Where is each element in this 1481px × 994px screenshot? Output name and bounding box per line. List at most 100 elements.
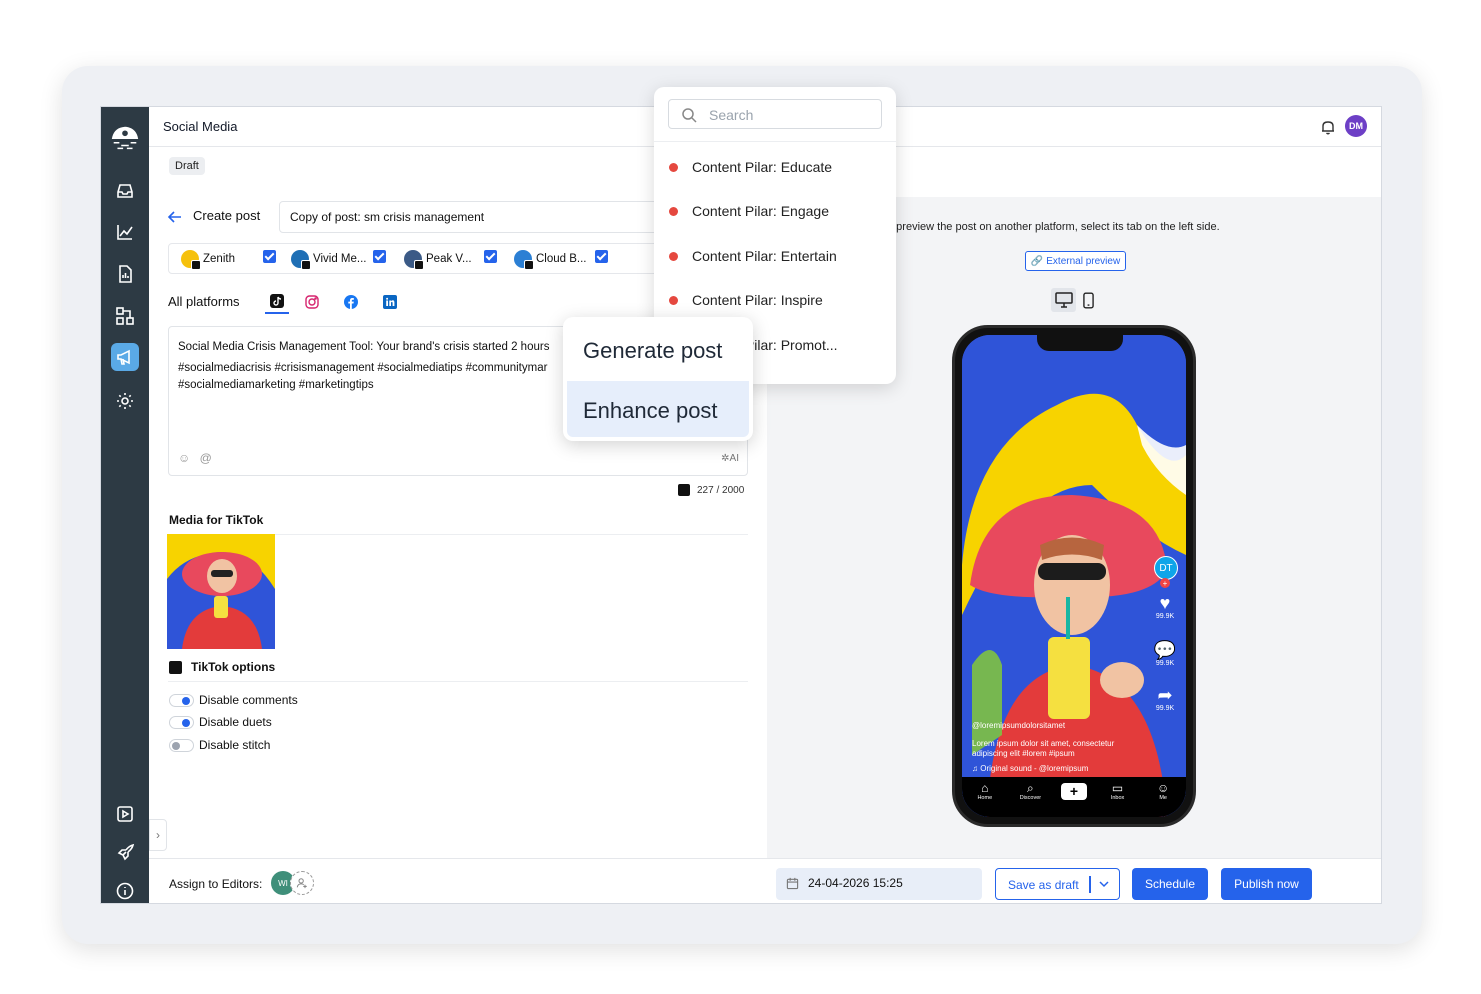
- tiktok-icon: [169, 660, 182, 674]
- schedule-date-field[interactable]: 24-04-2026 15:25: [776, 868, 982, 900]
- schedule-date-value: 24-04-2026 15:25: [808, 876, 903, 890]
- counter-value: 227 / 2000: [697, 484, 745, 496]
- nav-inbox: ▭ Inbox: [1103, 781, 1133, 801]
- analytics-icon[interactable]: [111, 218, 139, 246]
- home-icon: ⌂: [981, 781, 989, 795]
- toggle-switch[interactable]: [169, 715, 194, 729]
- search-input[interactable]: Search: [668, 99, 882, 129]
- search-icon: ⌕: [1027, 781, 1034, 795]
- tab-all-platforms[interactable]: All platforms: [168, 294, 240, 309]
- link-icon: 🔗: [1030, 255, 1044, 267]
- ai-assist-button[interactable]: ✲AI: [721, 450, 739, 467]
- account-checkbox[interactable]: [373, 250, 386, 263]
- divider: [654, 141, 896, 142]
- pillar-label: Content Pilar: Engage: [692, 203, 829, 219]
- nav-label: Discover: [1019, 795, 1042, 801]
- toggle-switch[interactable]: [169, 693, 194, 707]
- nav-label: Home: [977, 795, 993, 801]
- rocket-icon[interactable]: [111, 839, 139, 867]
- add-editor-button[interactable]: [290, 871, 314, 895]
- page-title: Social Media: [163, 119, 238, 134]
- account-chip-cloud[interactable]: Cloud B...: [514, 249, 587, 270]
- mobile-icon[interactable]: [1076, 288, 1101, 312]
- tiktok-options-title: TikTok options: [169, 660, 275, 674]
- pillar-option-inspire[interactable]: Content Pilar: Inspire: [669, 292, 823, 308]
- publish-now-button[interactable]: Publish now: [1221, 868, 1312, 900]
- heart-icon: ♥: [1159, 593, 1171, 613]
- pillar-option-educate[interactable]: Content Pilar: Educate: [669, 159, 832, 175]
- assign-editors-label: Assign to Editors:: [169, 877, 263, 891]
- instagram-icon[interactable]: [300, 290, 324, 314]
- generate-post-option[interactable]: Generate post: [567, 321, 749, 377]
- emoji-icon[interactable]: ☺: [178, 451, 190, 465]
- account-avatar: [291, 250, 311, 270]
- inbox-icon[interactable]: [111, 177, 139, 205]
- tiktok-icon: [678, 484, 690, 496]
- device-toggle: [1051, 288, 1101, 312]
- preview-sound: ♫ Original sound - @loremipsum: [972, 764, 1088, 773]
- account-chip-zenith[interactable]: Zenith: [181, 249, 235, 270]
- toggle-label: Disable stitch: [199, 738, 271, 752]
- account-name: Zenith: [203, 253, 235, 265]
- share-icon: ➦: [1157, 685, 1173, 705]
- person-icon: ☺: [1157, 781, 1170, 795]
- account-chip-vivid[interactable]: Vivid Me...: [291, 249, 367, 270]
- workflow-icon[interactable]: [111, 302, 139, 330]
- video-tutorial-icon[interactable]: [111, 800, 139, 828]
- account-checkbox[interactable]: [595, 250, 608, 263]
- tiktok-options-label: TikTok options: [191, 660, 276, 674]
- sparkle-icon: ✲: [721, 453, 730, 464]
- phone-bottom-nav: ⌂ Home ⌕ Discover + ▭ Inbox ☺ Me: [962, 777, 1186, 817]
- toggle-disable-stitch[interactable]: Disable stitch: [169, 738, 270, 752]
- chevron-down-icon[interactable]: [1099, 879, 1109, 889]
- back-arrow-icon[interactable]: [167, 209, 183, 225]
- character-counter: 227 / 2000: [678, 484, 744, 496]
- schedule-button[interactable]: Schedule: [1132, 868, 1208, 900]
- linkedin-icon[interactable]: [378, 290, 402, 314]
- comment-counter: 💬 99.9K: [1152, 640, 1178, 667]
- account-checkbox[interactable]: [484, 250, 497, 263]
- create-plus-icon: +: [1060, 783, 1087, 800]
- account-name: Vivid Me...: [313, 253, 367, 265]
- preview-caption: Lorem ipsum dolor sit amet, consectetur: [972, 739, 1115, 748]
- gear-icon[interactable]: [111, 387, 139, 415]
- comment-count: 99.9K: [1155, 660, 1175, 667]
- music-note-icon: ♫: [972, 764, 981, 773]
- tiktok-preview: DT + ♥ 99.9K 💬 99.9K ➦ 99.9K @loremipsum…: [962, 335, 1186, 817]
- follow-plus-icon: +: [1160, 578, 1170, 588]
- tiktok-icon[interactable]: [265, 290, 289, 314]
- external-preview-button[interactable]: 🔗 External preview: [1025, 251, 1126, 271]
- ai-label: AI: [729, 453, 739, 464]
- add-user-icon: [296, 878, 307, 889]
- inbox-icon: ▭: [1111, 781, 1124, 795]
- save-draft-button[interactable]: Save as draft: [995, 868, 1120, 900]
- pillar-option-entertain[interactable]: Content Pilar: Entertain: [669, 248, 837, 264]
- megaphone-icon[interactable]: [111, 343, 139, 371]
- toggle-disable-comments[interactable]: Disable comments: [169, 693, 298, 707]
- media-thumbnail[interactable]: [167, 534, 275, 649]
- desktop-icon[interactable]: [1051, 288, 1076, 312]
- account-checkbox[interactable]: [263, 250, 276, 263]
- save-draft-label: Save as draft: [1008, 878, 1079, 892]
- account-chip-peak[interactable]: Peak V...: [404, 249, 472, 270]
- account-name: Peak V...: [426, 253, 472, 265]
- user-avatar[interactable]: DM: [1345, 115, 1367, 137]
- pillar-option-engage[interactable]: Content Pilar: Engage: [669, 203, 829, 219]
- facebook-icon[interactable]: [339, 290, 363, 314]
- toggle-label: Disable comments: [199, 693, 298, 707]
- enhance-post-option[interactable]: Enhance post: [567, 381, 749, 437]
- ai-action-menu: Generate post Enhance post: [563, 317, 753, 441]
- toggle-label: Disable duets: [199, 715, 272, 729]
- like-counter: ♥ 99.9K: [1152, 593, 1178, 620]
- bell-icon[interactable]: [1319, 118, 1337, 136]
- mention-icon[interactable]: @: [200, 451, 212, 465]
- toggle-disable-duets[interactable]: Disable duets: [169, 715, 272, 729]
- collapse-sidebar-button[interactable]: ›: [149, 819, 167, 851]
- sound-label: Original sound - @loremipsum: [980, 764, 1089, 773]
- report-icon[interactable]: [111, 260, 139, 288]
- share-counter: ➦ 99.9K: [1152, 685, 1178, 712]
- info-icon[interactable]: [111, 877, 139, 903]
- bottom-bar: Assign to Editors: WI 24-04-2026 15:25 S…: [149, 858, 1381, 903]
- media-section-title: Media for TikTok: [169, 513, 264, 527]
- toggle-switch[interactable]: [169, 738, 194, 752]
